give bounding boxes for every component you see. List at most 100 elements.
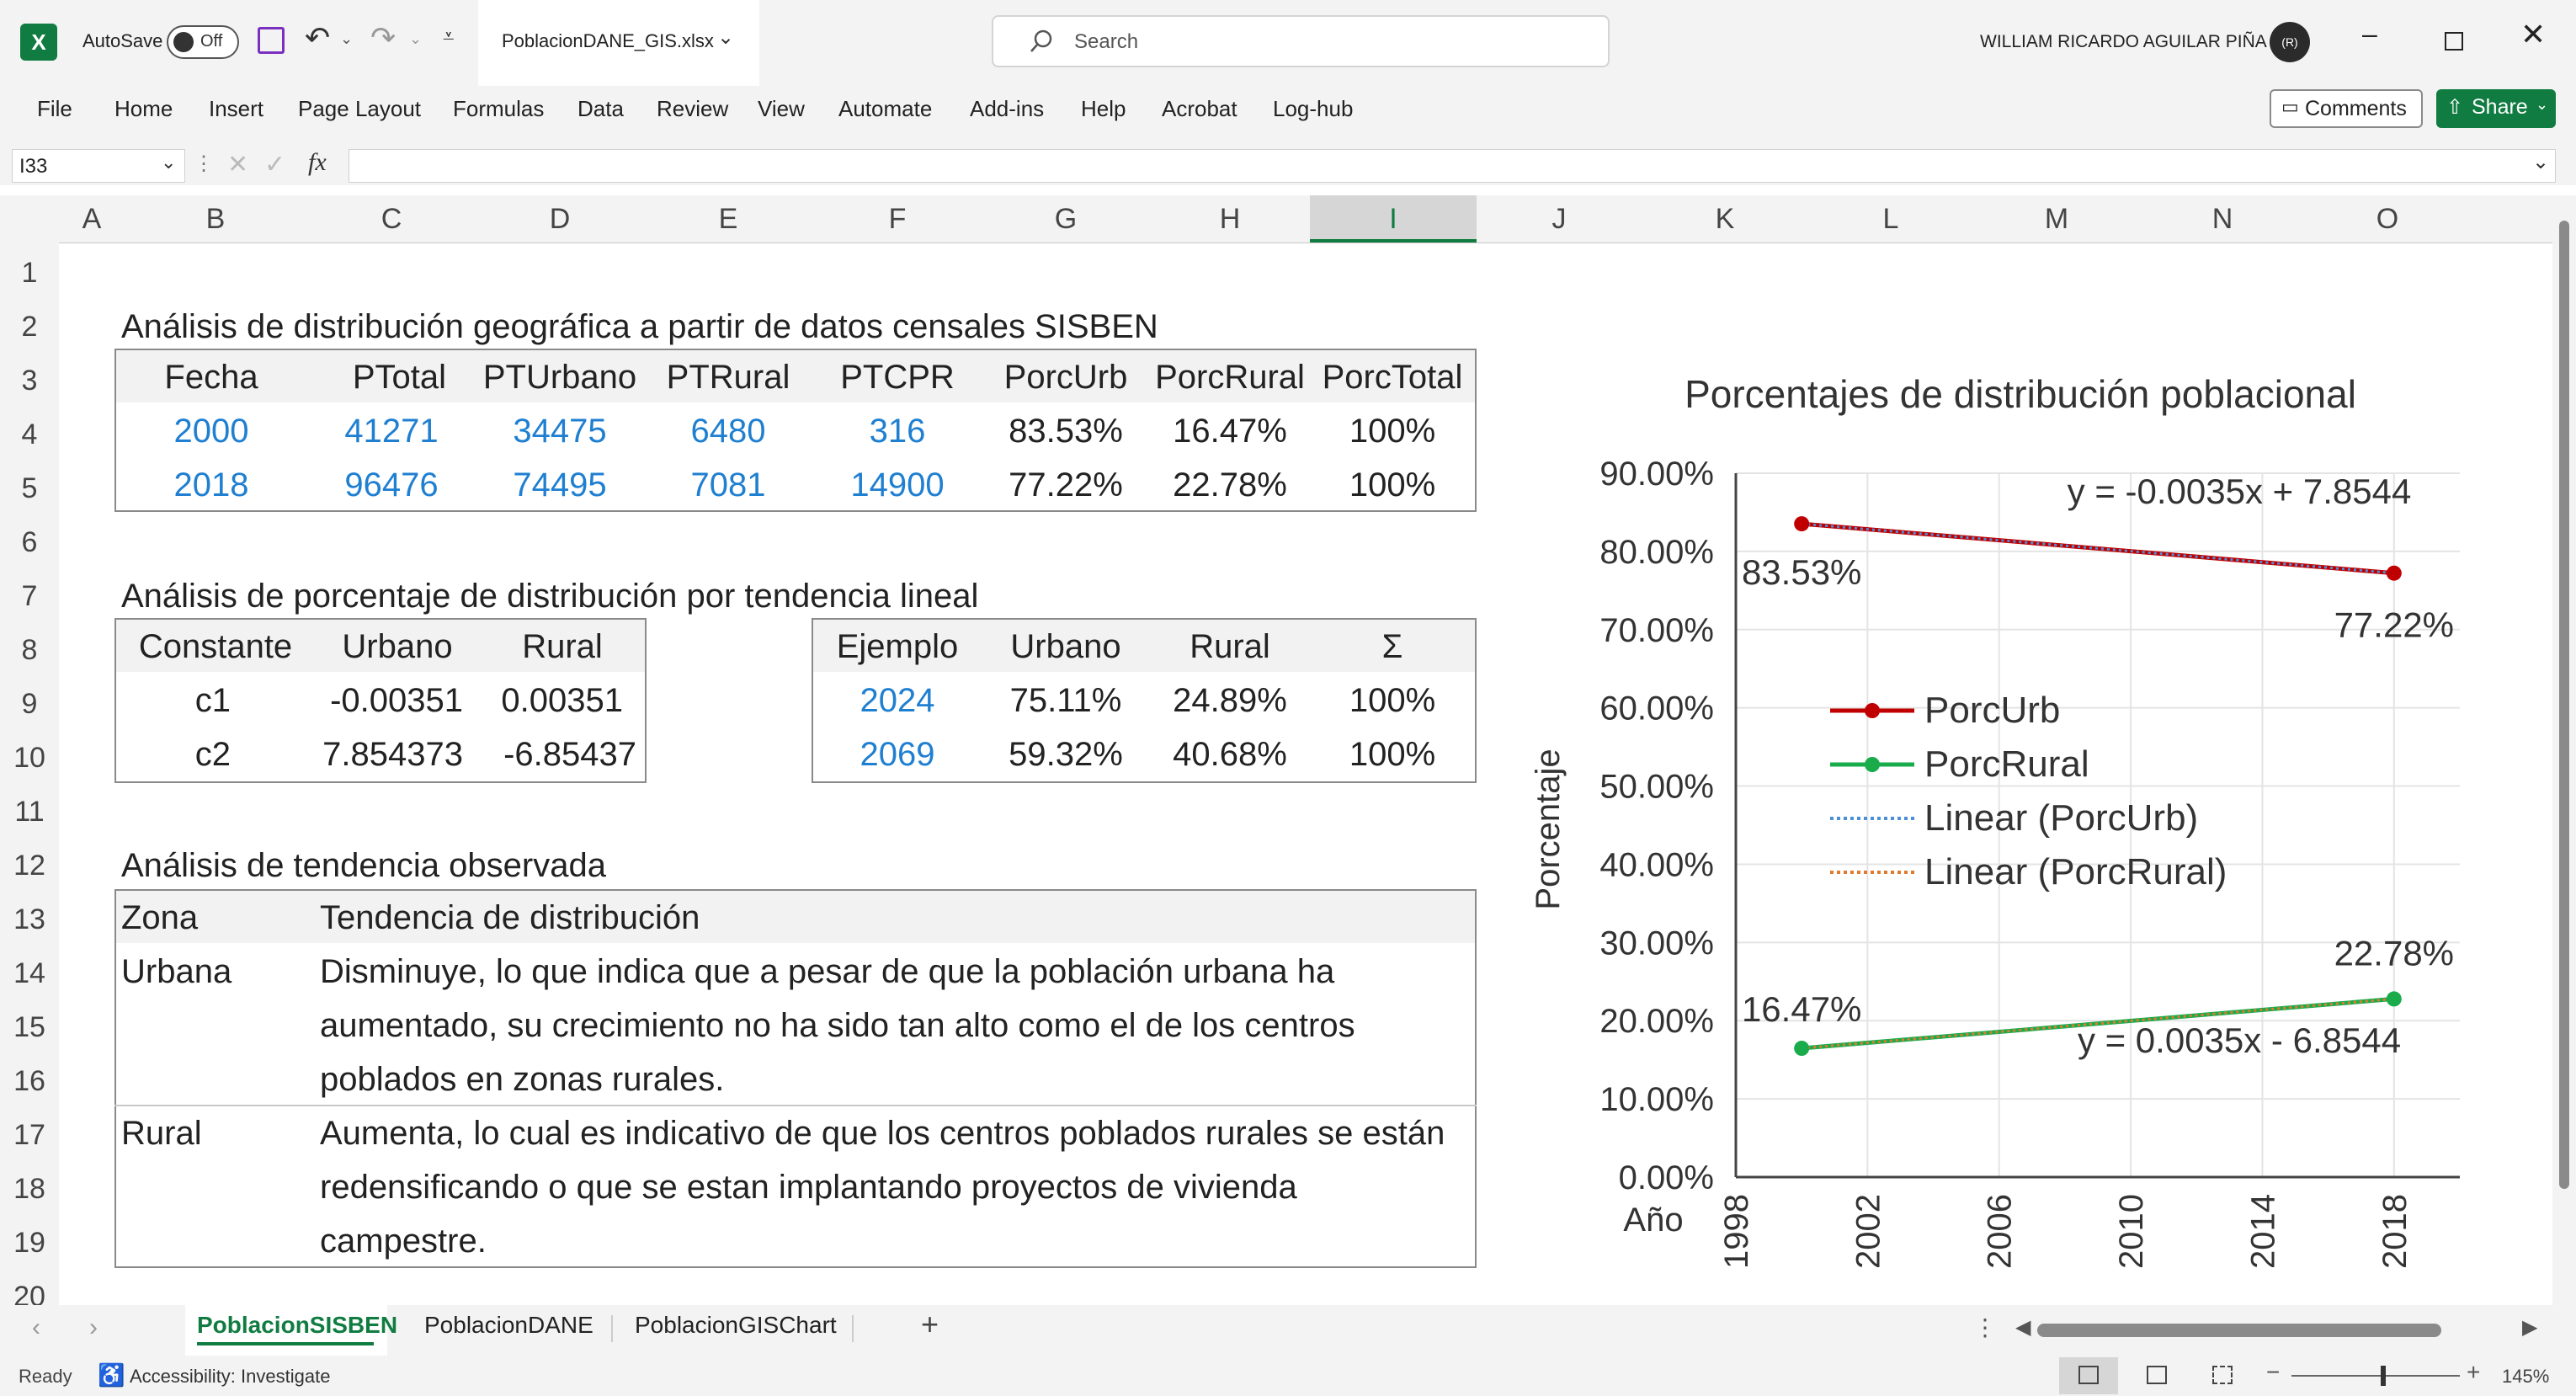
data-point[interactable]: [1794, 1041, 1810, 1057]
data-point[interactable]: [1794, 516, 1810, 532]
zoom-slider[interactable]: [2291, 1375, 2460, 1377]
scroll-right-icon[interactable]: ▶: [2522, 1315, 2537, 1340]
column-header[interactable]: H: [1150, 195, 1310, 242]
table-cell[interactable]: 40.68%: [1150, 727, 1310, 781]
column-header[interactable]: N: [2140, 195, 2305, 242]
table-cell[interactable]: 0.00351: [480, 674, 623, 727]
row-header[interactable]: 9: [0, 677, 59, 731]
column-header[interactable]: M: [1973, 195, 2140, 242]
row-header[interactable]: 5: [0, 461, 59, 515]
column-header[interactable]: B: [125, 195, 306, 242]
tab-home[interactable]: Home: [114, 96, 173, 122]
comments-button[interactable]: ▭ Comments: [2270, 89, 2423, 128]
table-cell[interactable]: c1: [116, 674, 231, 727]
table-cell[interactable]: 74495: [476, 458, 643, 512]
tab-acrobat[interactable]: Acrobat: [1162, 96, 1237, 122]
data-point[interactable]: [2386, 991, 2402, 1007]
legend-item[interactable]: PorcRural: [1830, 743, 2089, 785]
row-header[interactable]: 11: [0, 785, 59, 839]
row-header[interactable]: 14: [0, 946, 59, 1000]
table-cell[interactable]: 316: [813, 404, 982, 458]
sheet-tab[interactable]: PoblacionDANE: [424, 1312, 593, 1339]
more-options-icon[interactable]: ⋮: [1973, 1313, 1997, 1341]
scroll-left-icon[interactable]: ◀: [2015, 1315, 2030, 1340]
row-header[interactable]: 13: [0, 892, 59, 946]
undo-dropdown-icon[interactable]: ⌄: [340, 30, 353, 48]
row-header[interactable]: 8: [0, 623, 59, 677]
table-cell[interactable]: 100%: [1310, 404, 1475, 458]
table-cell[interactable]: -6.85437: [480, 727, 636, 781]
column-header[interactable]: C: [306, 195, 476, 242]
vertical-scrollbar[interactable]: [2552, 195, 2576, 1305]
insert-function-icon[interactable]: fx: [308, 148, 327, 177]
table-cell[interactable]: 83.53%: [982, 404, 1150, 458]
page-break-view-icon[interactable]: [2212, 1366, 2233, 1384]
column-header[interactable]: K: [1642, 195, 1808, 242]
legend-item[interactable]: PorcUrb: [1830, 690, 2060, 731]
column-header[interactable]: L: [1808, 195, 1973, 242]
tab-log-hub[interactable]: Log-hub: [1273, 96, 1353, 122]
tab-formulas[interactable]: Formulas: [453, 96, 544, 122]
zoom-level[interactable]: 145%: [2502, 1366, 2549, 1388]
column-header[interactable]: O: [2305, 195, 2470, 242]
zoom-out-button[interactable]: −: [2266, 1359, 2280, 1386]
column-header-selected[interactable]: I: [1310, 195, 1477, 242]
minimize-icon[interactable]: –: [2362, 19, 2377, 50]
table-cell[interactable]: 77.22%: [982, 458, 1150, 512]
table-cell[interactable]: campestre.: [320, 1214, 487, 1268]
confirm-entry-icon[interactable]: ✓: [264, 150, 285, 179]
row-header[interactable]: 3: [0, 354, 59, 408]
table-cell[interactable]: 75.11%: [982, 674, 1150, 727]
horizontal-scroll-thumb[interactable]: [2037, 1324, 2441, 1337]
column-header[interactable]: G: [982, 195, 1150, 242]
column-header[interactable]: A: [59, 195, 125, 242]
tab-data[interactable]: Data: [577, 96, 624, 122]
close-icon[interactable]: ✕: [2520, 17, 2546, 52]
table-cell[interactable]: 7081: [643, 458, 813, 512]
file-name-tab[interactable]: PoblacionDANE_GIS.xlsx ⌄: [478, 0, 759, 86]
table-cell[interactable]: 14900: [813, 458, 982, 512]
table-cell[interactable]: Urbana: [121, 945, 232, 999]
row-header[interactable]: 7: [0, 569, 59, 623]
table-cell[interactable]: poblados en zonas rurales.: [320, 1052, 724, 1106]
table-cell[interactable]: 34475: [476, 404, 643, 458]
page-layout-view-icon[interactable]: [2147, 1366, 2167, 1384]
data-point[interactable]: [2386, 565, 2402, 581]
sheet-tab-active[interactable]: PoblacionSISBEN: [185, 1305, 397, 1356]
redo-dropdown-icon[interactable]: ⌄: [409, 30, 422, 48]
row-header[interactable]: 16: [0, 1054, 59, 1108]
share-button[interactable]: ⇧ Share ⌄: [2436, 89, 2556, 128]
search-box[interactable]: Search: [992, 15, 1610, 67]
table-cell[interactable]: c2: [116, 727, 231, 781]
tab-help[interactable]: Help: [1081, 96, 1126, 122]
row-header[interactable]: 15: [0, 1000, 59, 1054]
column-header[interactable]: J: [1477, 195, 1642, 242]
formula-input[interactable]: [349, 149, 2556, 183]
table-cell[interactable]: aumentado, su crecimiento no ha sido tan…: [320, 999, 1355, 1052]
table-cell[interactable]: 2018: [116, 458, 306, 512]
more-options-icon[interactable]: ⋮: [194, 152, 214, 176]
table-cell[interactable]: redensificando o que se estan implantand…: [320, 1160, 1297, 1214]
table-cell[interactable]: Disminuye, lo que indica que a pesar de …: [320, 945, 1334, 999]
table-cell[interactable]: Aumenta, lo cual es indicativo de que lo…: [320, 1106, 1445, 1160]
tab-add-ins[interactable]: Add-ins: [970, 96, 1044, 122]
table-cell[interactable]: 22.78%: [1150, 458, 1310, 512]
tab-view[interactable]: View: [758, 96, 805, 122]
row-header[interactable]: 19: [0, 1216, 59, 1270]
table-cell[interactable]: 2024: [813, 674, 982, 727]
column-header[interactable]: D: [476, 195, 643, 242]
sheet-tab[interactable]: PoblacionGISChart: [635, 1312, 837, 1339]
table-cell[interactable]: 41271: [306, 404, 476, 458]
prev-sheet-icon[interactable]: ‹: [32, 1313, 40, 1342]
tab-automate[interactable]: Automate: [838, 96, 932, 122]
row-header[interactable]: 2: [0, 300, 59, 354]
zoom-slider-handle[interactable]: [2381, 1366, 2386, 1386]
row-header[interactable]: 17: [0, 1108, 59, 1162]
row-header[interactable]: 18: [0, 1162, 59, 1216]
column-header[interactable]: E: [643, 195, 813, 242]
row-header[interactable]: 1: [0, 246, 59, 300]
customize-toolbar-icon[interactable]: ⩡: [443, 25, 455, 49]
undo-icon[interactable]: ↶: [305, 20, 330, 56]
cancel-entry-icon[interactable]: ✕: [227, 150, 248, 179]
tab-file[interactable]: File: [37, 96, 72, 122]
